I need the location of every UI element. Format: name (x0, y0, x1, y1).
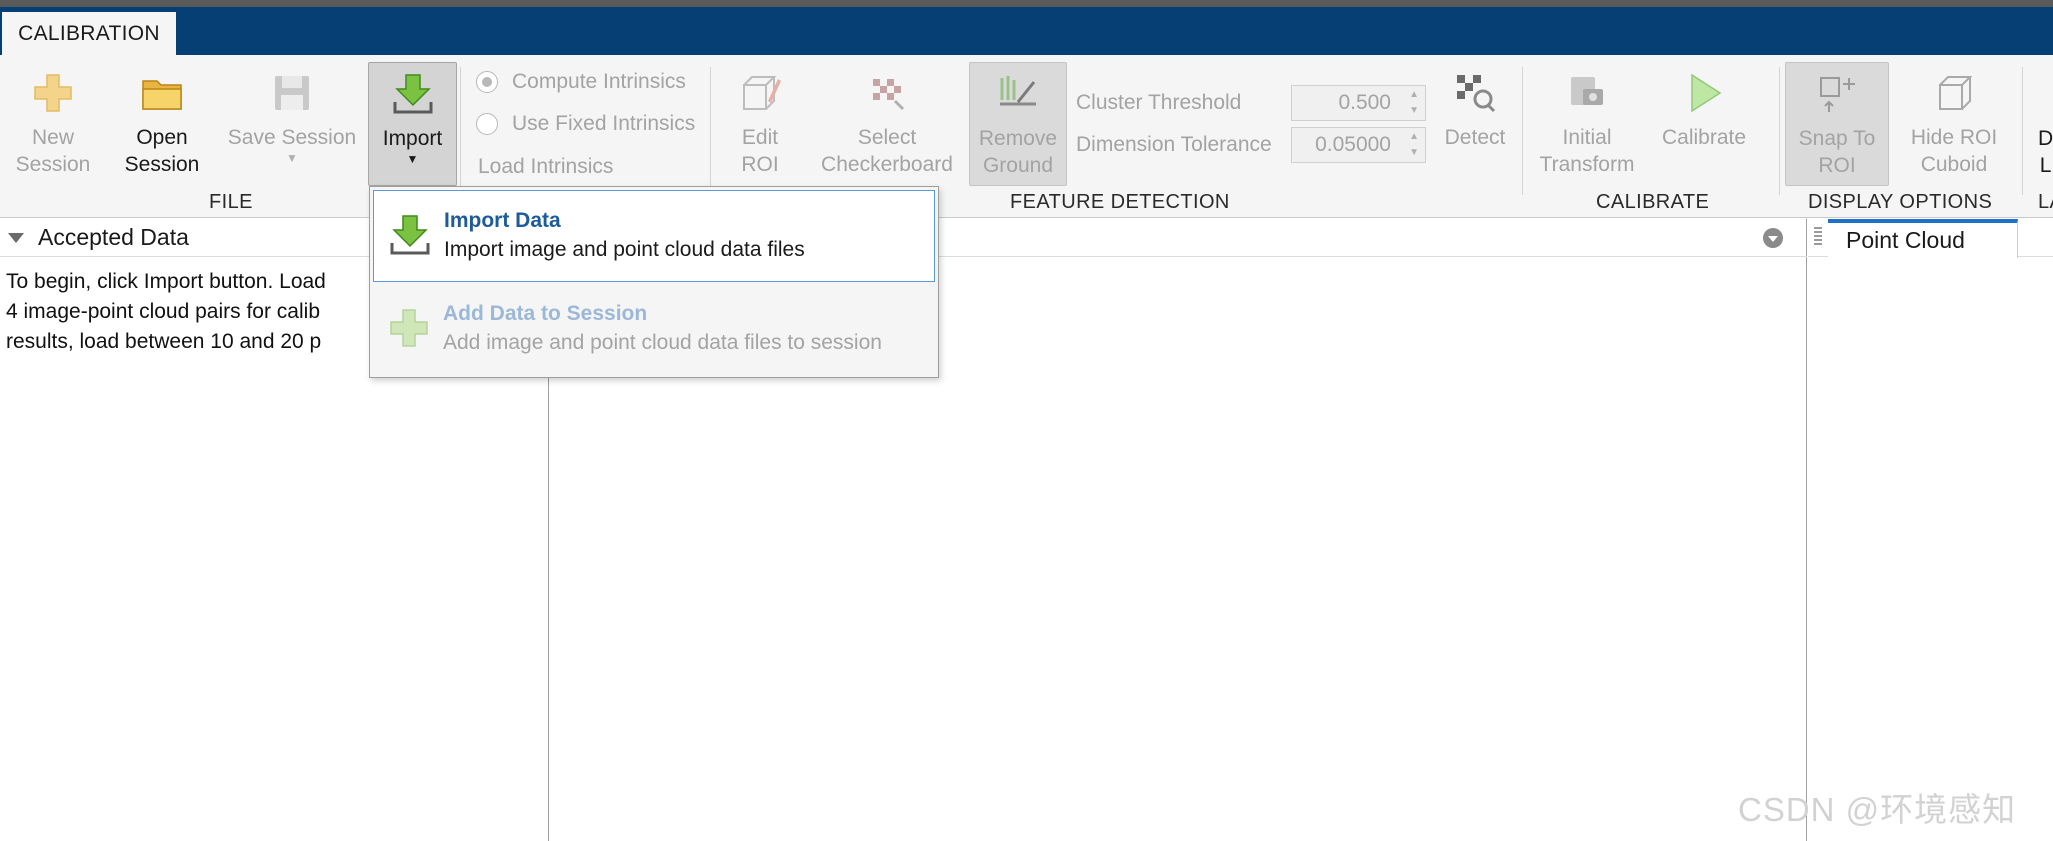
calibrate-button[interactable]: Calibrate (1652, 70, 1756, 151)
select-checkerboard-button[interactable]: Select Checkerboard (812, 70, 962, 178)
remove-ground-button[interactable]: Remove Ground (969, 62, 1067, 186)
hide-roi-cuboid-button[interactable]: Hide ROI Cuboid (1903, 70, 2005, 178)
cube-pencil-icon (737, 70, 783, 116)
save-session-button[interactable]: Save Session ▼ (222, 70, 362, 165)
ribbon: New Session Open Session Save Session ▼ … (0, 55, 2053, 218)
cuboid-icon (1931, 70, 1977, 116)
section-label-calibrate: CALIBRATE (1596, 191, 1710, 213)
chevron-down-icon: ▼ (286, 151, 298, 165)
save-disk-icon (269, 70, 315, 116)
remove-ground-icon (995, 71, 1041, 117)
menu-item-import-data[interactable]: Import Data Import image and point cloud… (373, 190, 935, 282)
import-arrow-icon (390, 71, 436, 117)
ribbon-separator (2022, 67, 2023, 195)
snap-roi-icon (1814, 71, 1860, 117)
import-button[interactable]: Import ▼ (368, 62, 457, 186)
watermark: CSDN @环境感知 (1738, 791, 2017, 828)
panel-menu-icon[interactable] (1763, 228, 1783, 248)
ribbon-separator (1779, 67, 1780, 195)
import-arrow-icon (388, 213, 432, 257)
initial-transform-button[interactable]: Initial Transform (1534, 70, 1640, 178)
toolstrip-tab-bar: CALIBRATION (0, 7, 2053, 55)
menu-item-add-data-to-session[interactable]: Add Data to Session Add image and point … (373, 284, 935, 376)
spin-up-icon[interactable]: ▲ (1409, 132, 1419, 142)
section-label-feature-detection: FEATURE DETECTION (1010, 191, 1230, 213)
cluster-threshold-spinner[interactable]: 0.500 ▲ ▼ (1291, 85, 1426, 121)
ribbon-separator (1522, 67, 1523, 195)
new-session-button[interactable]: New Session (8, 70, 98, 178)
snap-to-roi-button[interactable]: Snap To ROI (1785, 62, 1889, 186)
camera-transform-icon (1564, 70, 1610, 116)
use-fixed-intrinsics-radio[interactable]: Use Fixed Intrinsics (476, 112, 695, 136)
detect-button[interactable]: Detect (1436, 70, 1514, 151)
radio-unselected-icon (476, 113, 498, 135)
compute-intrinsics-radio[interactable]: Compute Intrinsics (476, 70, 686, 94)
cluster-threshold-row: Cluster Threshold 0.500 ▲ ▼ (1076, 85, 1426, 121)
tab-point-cloud[interactable]: Point Cloud (1828, 219, 2018, 258)
dimension-tolerance-row: Dimension Tolerance 0.05000 ▲ ▼ (1076, 127, 1426, 163)
tab-calibration[interactable]: CALIBRATION (2, 12, 176, 55)
window-top-border (0, 0, 2053, 7)
collapse-triangle-icon[interactable] (8, 232, 24, 243)
chevron-down-icon: ▼ (406, 152, 419, 166)
section-label-file: FILE (209, 191, 253, 213)
dimension-tolerance-spinner[interactable]: 0.05000 ▲ ▼ (1291, 127, 1426, 163)
radio-selected-icon (476, 71, 498, 93)
edit-roi-button[interactable]: Edit ROI (722, 70, 798, 178)
point-cloud-panel: Point Cloud (1808, 219, 2053, 841)
open-session-button[interactable]: Open Session (116, 70, 208, 178)
spin-down-icon[interactable]: ▼ (1409, 148, 1419, 158)
plus-icon (30, 70, 76, 116)
section-label-layout: LA (2038, 191, 2053, 213)
play-icon (1681, 70, 1727, 116)
detect-checkerboard-icon (1452, 70, 1498, 116)
ribbon-separator (460, 67, 461, 195)
spin-down-icon[interactable]: ▼ (1409, 106, 1419, 116)
section-label-display-options: DISPLAY OPTIONS (1808, 191, 1993, 213)
import-menu: Import Data Import image and point cloud… (369, 186, 939, 378)
point-cloud-header: Point Cloud (1808, 219, 2053, 258)
plus-icon (387, 306, 431, 350)
checkerboard-select-icon (864, 70, 910, 116)
load-intrinsics-button[interactable]: Load Intrinsics (478, 155, 613, 179)
clipped-layout-button[interactable]: D L (2038, 125, 2053, 179)
folder-icon (139, 70, 185, 116)
spin-up-icon[interactable]: ▲ (1409, 90, 1419, 100)
drag-grip-icon[interactable] (1814, 227, 1822, 247)
ribbon-separator (710, 67, 711, 195)
